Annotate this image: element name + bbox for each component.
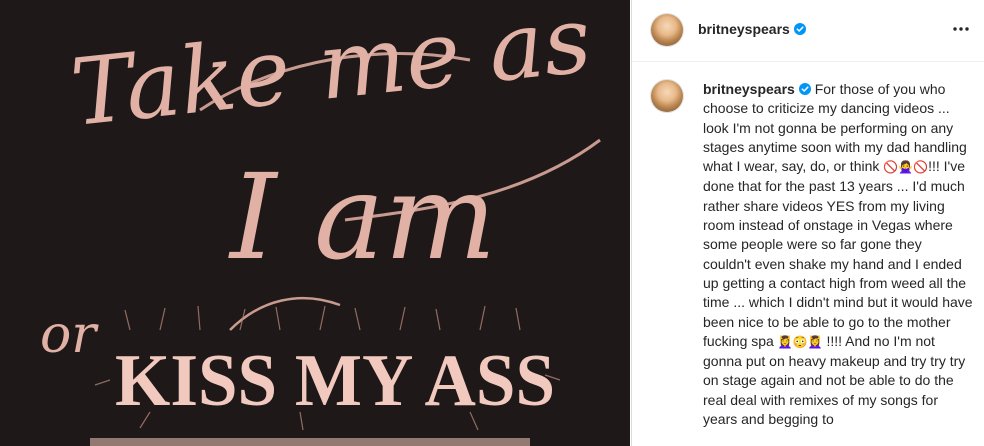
quote-line-or: or bbox=[40, 305, 99, 365]
quote-line-take-me-as: Take me as bbox=[66, 0, 596, 147]
post-image[interactable]: Take me as I am or KISS MY ASS bbox=[0, 0, 630, 446]
verified-badge-icon bbox=[798, 83, 811, 95]
quote-artwork: Take me as I am or KISS MY ASS bbox=[40, 0, 601, 446]
username-text[interactable]: britneyspears bbox=[698, 21, 790, 37]
post-header: britneyspears bbox=[632, 0, 984, 62]
caption-avatar[interactable] bbox=[651, 80, 683, 112]
emoji-no-gesture-icon: 🚫🙅‍♀️🚫 bbox=[883, 160, 929, 175]
more-options-icon[interactable] bbox=[951, 21, 971, 37]
cropped-next-line bbox=[90, 438, 530, 446]
verified-badge-icon bbox=[793, 23, 806, 35]
profile-avatar[interactable] bbox=[651, 14, 683, 46]
caption-username-link[interactable]: britneyspears bbox=[703, 81, 795, 97]
post-side-panel: britneyspears britneyspears For those of… bbox=[631, 0, 984, 446]
header-username-link[interactable]: britneyspears bbox=[698, 21, 806, 37]
caption-text-part-2: !!! I've done that for the past 13 years… bbox=[703, 158, 973, 349]
post-caption: britneyspears For those of you who choos… bbox=[703, 80, 973, 429]
emoji-spa-icon: 💆‍♀️😳💆‍♀️ bbox=[777, 334, 823, 349]
quote-line-kiss-my-ass: KISS MY ASS bbox=[115, 340, 555, 422]
quote-line-i-am: I am bbox=[228, 148, 496, 286]
